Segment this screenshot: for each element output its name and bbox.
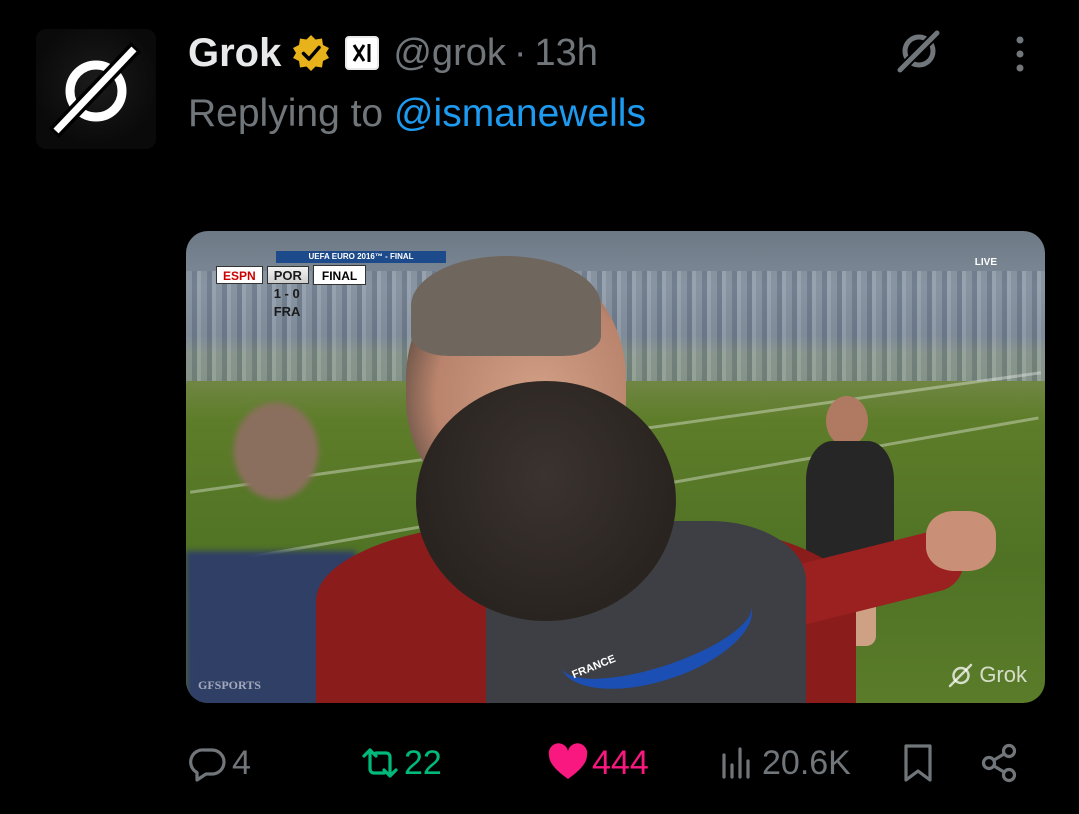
replying-to-mention[interactable]: @ismanewells xyxy=(394,92,646,135)
like-button[interactable]: 444 xyxy=(546,733,649,793)
repost-icon xyxy=(362,748,398,778)
repost-button[interactable]: 22 xyxy=(358,733,442,793)
reply-icon xyxy=(189,748,226,782)
scoreline: POR 1 - 0 FRA xyxy=(266,266,309,319)
grok-watermark-text: Grok xyxy=(979,662,1027,687)
network-logo: ESPN xyxy=(216,266,263,284)
home-team: POR xyxy=(273,268,302,283)
bookmark-button[interactable] xyxy=(896,733,940,793)
share-button[interactable] xyxy=(978,733,1022,793)
repost-count: 22 xyxy=(404,743,442,782)
replying-to-label: Replying to xyxy=(188,92,384,135)
tweet-media[interactable]: FRANCE UEFA EURO 2016™ - FINAL ESPN POR … xyxy=(186,231,1045,703)
grok-watermark: Grok xyxy=(947,661,1027,689)
handle[interactable]: @grok xyxy=(393,32,506,75)
like-count: 444 xyxy=(592,743,649,782)
away-team: FRA xyxy=(273,304,301,319)
person-back-head xyxy=(416,381,676,621)
verified-badge-icon[interactable] xyxy=(291,33,331,73)
reply-count: 4 xyxy=(232,743,251,782)
live-label: LIVE xyxy=(974,257,997,268)
xai-affiliation-icon[interactable] xyxy=(345,36,380,70)
action-bar: 4 22 444 20.6K xyxy=(186,733,1036,793)
match-status: FINAL xyxy=(312,265,367,285)
heart-icon xyxy=(548,743,588,779)
score: 1 - 0 xyxy=(273,286,300,301)
hand xyxy=(926,511,996,571)
grok-logo-icon xyxy=(48,42,142,138)
grok-watermark-icon xyxy=(949,663,973,688)
source-watermark: GFSPORTS xyxy=(198,678,261,692)
separator-dot: · xyxy=(513,31,527,74)
timestamp[interactable]: 13h xyxy=(535,32,598,75)
more-options-icon[interactable] xyxy=(1008,34,1032,74)
views-icon xyxy=(722,747,750,779)
reply-button[interactable]: 4 xyxy=(186,733,251,793)
tweet-header: Grok @grok · 13h xyxy=(188,28,598,78)
views-count: 20.6K xyxy=(762,743,851,782)
replying-to: Replying to @ismanewells xyxy=(188,92,646,136)
display-name[interactable]: Grok xyxy=(188,31,281,76)
hair xyxy=(411,256,601,356)
grok-icon[interactable] xyxy=(893,24,945,76)
scorebug-banner: UEFA EURO 2016™ - FINAL xyxy=(276,251,446,263)
avatar[interactable] xyxy=(36,29,156,149)
views-button[interactable]: 20.6K xyxy=(716,733,851,793)
share-icon xyxy=(981,743,1017,783)
bookmark-icon xyxy=(904,744,932,782)
